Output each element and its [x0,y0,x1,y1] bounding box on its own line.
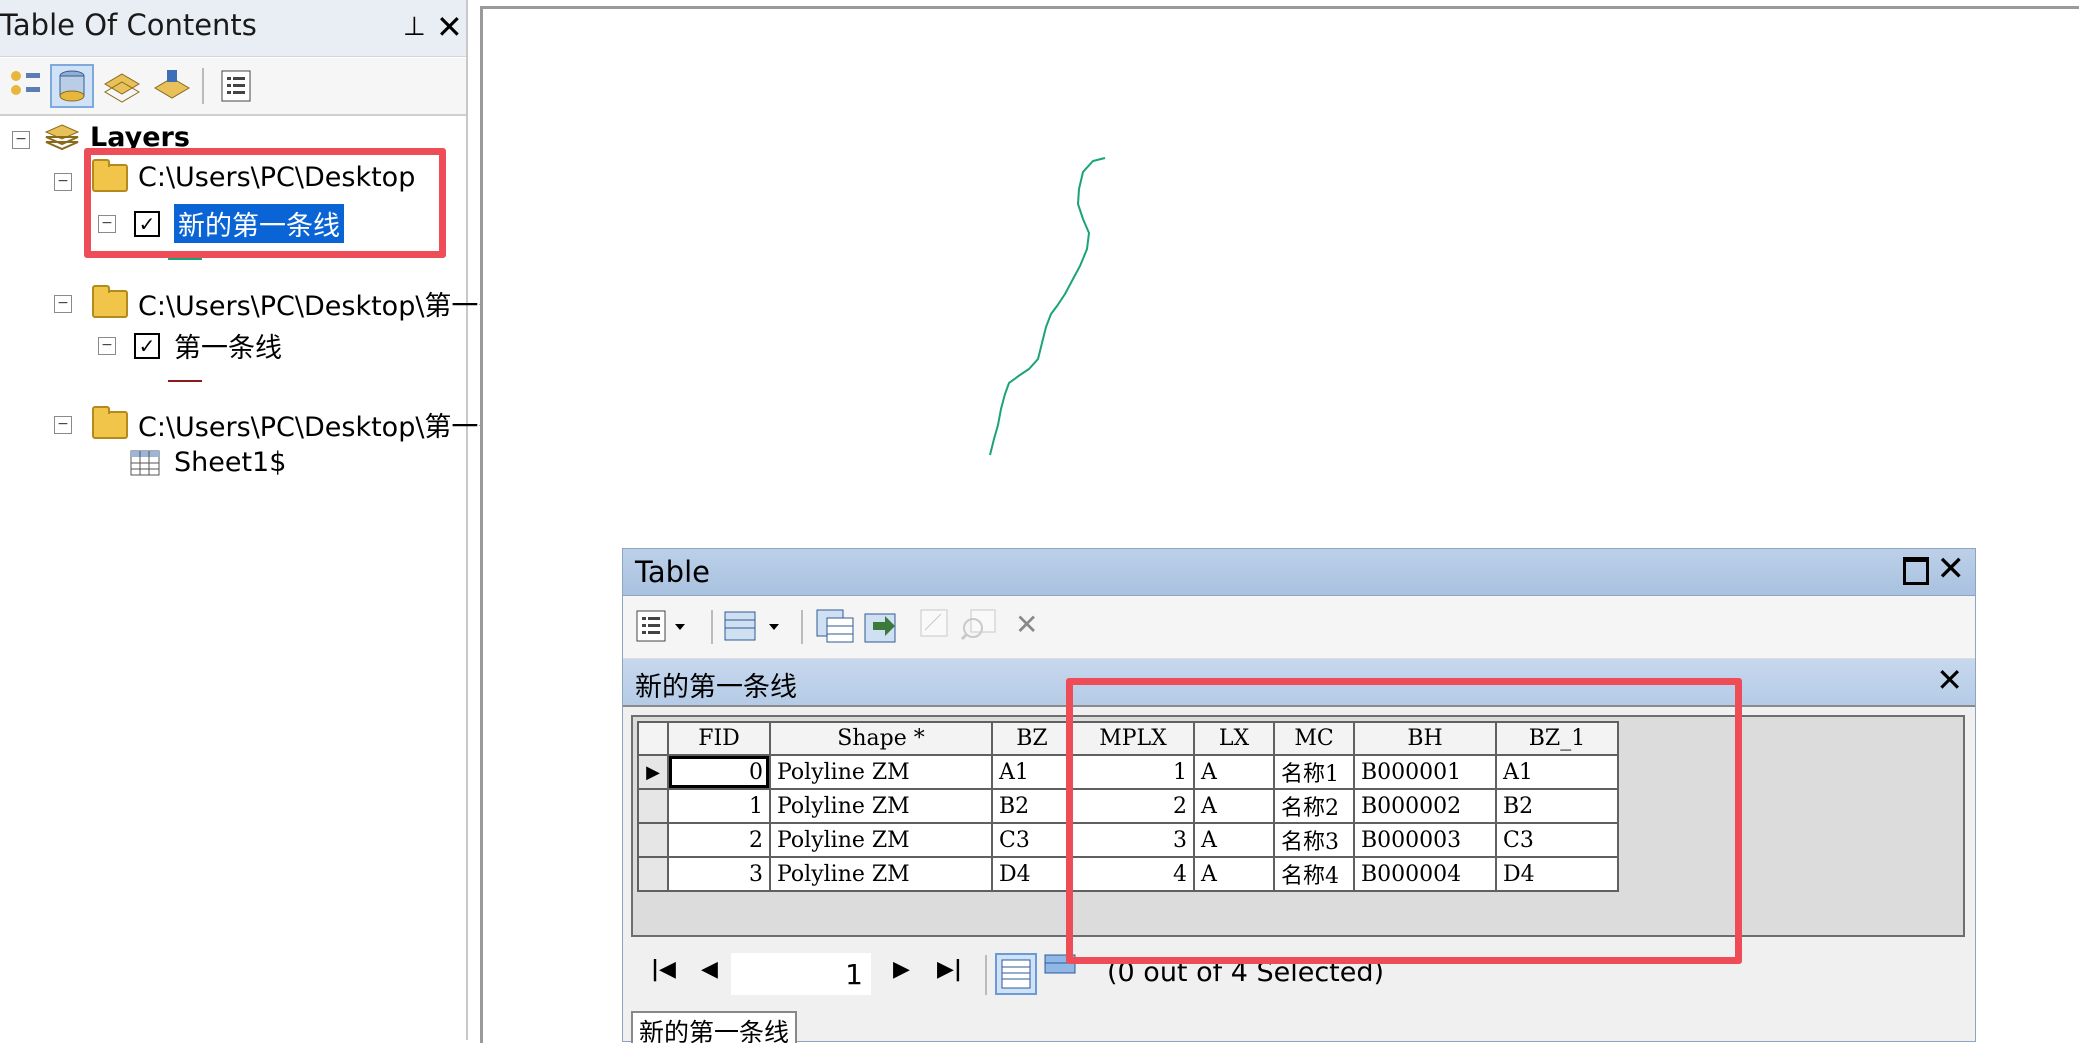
first-record-icon[interactable]: |◀ [651,957,676,982]
toolbar-divider [801,610,803,644]
group-path: C:\Users\PC\Desktop\第一条 [138,412,506,443]
folder-icon [92,405,128,439]
cell-fid[interactable]: 3 [667,856,771,892]
layer-name[interactable]: 第一条线 [174,326,282,365]
table-toolbar: ✕ [623,596,1975,659]
highlight-annotation-box [1066,678,1742,964]
zoom-to-selected-icon[interactable] [960,608,997,647]
toolbar-divider [711,610,713,644]
toc-toolbar [0,58,466,116]
table-bottom-tab[interactable]: 新的第一条线 [631,1011,798,1043]
group-path: C:\Users\PC\Desktop\第一条 [138,291,506,322]
cell-fid[interactable]: 0 [667,754,771,790]
row-selector[interactable] [637,788,669,824]
cell-bz[interactable]: D4 [991,856,1073,892]
layers-icon [44,123,80,150]
clear-selection-icon[interactable] [919,608,949,645]
table-window-title: Table [635,555,710,589]
collapse-group-1-icon[interactable]: − [54,173,72,191]
toc-title: Table Of Contents [0,8,257,42]
row-selector[interactable] [637,822,669,858]
previous-record-icon[interactable]: ◀ [701,957,718,982]
list-by-selection-icon[interactable] [150,64,194,108]
pin-icon[interactable]: ⊥ [403,12,426,42]
cell-shape[interactable]: Polyline ZM [769,754,993,790]
cell-fid[interactable]: 1 [667,788,771,824]
table-of-contents-panel: Table Of Contents ⊥ ✕ − Layers − C:\User… [0,0,505,1040]
list-by-source-icon[interactable] [50,64,94,108]
layer-visibility-checkbox[interactable]: ✓ [134,332,160,359]
cell-shape[interactable]: Polyline ZM [769,788,993,824]
nav-divider [985,955,987,995]
cell-shape[interactable]: Polyline ZM [769,856,993,892]
table-window-titlebar[interactable]: Table ✕ [623,549,1975,596]
select-by-attributes-icon[interactable] [815,608,855,651]
column-header-fid[interactable]: FID [667,721,771,756]
table-options-icon[interactable] [635,608,691,651]
toc-titlebar: Table Of Contents ⊥ ✕ [0,0,466,57]
options-icon[interactable] [214,64,258,108]
row-selector-header[interactable] [637,721,669,756]
cell-bz[interactable]: A1 [991,754,1073,790]
next-record-icon[interactable]: ▶ [893,957,910,982]
map-polyline-feature [989,157,1106,456]
maximize-icon[interactable] [1903,557,1929,585]
current-record-input[interactable] [731,953,871,995]
cell-fid[interactable]: 2 [667,822,771,858]
layer-symbol-line[interactable] [168,258,202,260]
cell-bz[interactable]: C3 [991,822,1073,858]
column-header-shape[interactable]: Shape * [769,721,993,756]
layer-first-line[interactable]: ✓ 第一条线 [134,326,282,365]
list-by-visibility-icon[interactable] [100,64,144,108]
show-all-records-icon[interactable] [995,953,1037,995]
collapse-layers-icon[interactable]: − [12,131,30,149]
switch-selection-icon[interactable] [863,608,903,651]
folder-icon [92,284,128,318]
related-tables-icon[interactable] [721,608,787,651]
cell-bz[interactable]: B2 [991,788,1073,824]
collapse-layer-2-icon[interactable]: − [98,337,116,355]
collapse-group-3-icon[interactable]: − [54,416,72,434]
collapse-group-2-icon[interactable]: − [54,295,72,313]
close-table-tab-icon[interactable]: ✕ [1936,661,1963,699]
column-header-bz[interactable]: BZ [991,721,1073,756]
close-icon[interactable]: ✕ [1937,549,1966,589]
cell-shape[interactable]: Polyline ZM [769,822,993,858]
close-icon[interactable]: ✕ [436,8,463,46]
last-record-icon[interactable]: ▶| [937,957,962,982]
group-desktop-first-2[interactable]: C:\Users\PC\Desktop\第一条 [92,405,505,444]
row-selector-current[interactable]: ▶ [637,754,669,790]
group-desktop-first[interactable]: C:\Users\PC\Desktop\第一条 [92,284,505,323]
layer-symbol-line[interactable] [168,380,202,382]
highlight-annotation-box [84,148,446,258]
toolbar-divider [202,68,204,104]
table-sheet1[interactable]: Sheet1$ [130,447,286,478]
list-by-drawing-order-icon[interactable] [4,64,48,108]
table-icon [130,450,160,475]
table-layer-title: 新的第一条线 [635,672,797,703]
table-name[interactable]: Sheet1$ [174,447,286,478]
delete-selected-icon[interactable]: ✕ [1015,608,1038,641]
row-selector[interactable] [637,856,669,892]
